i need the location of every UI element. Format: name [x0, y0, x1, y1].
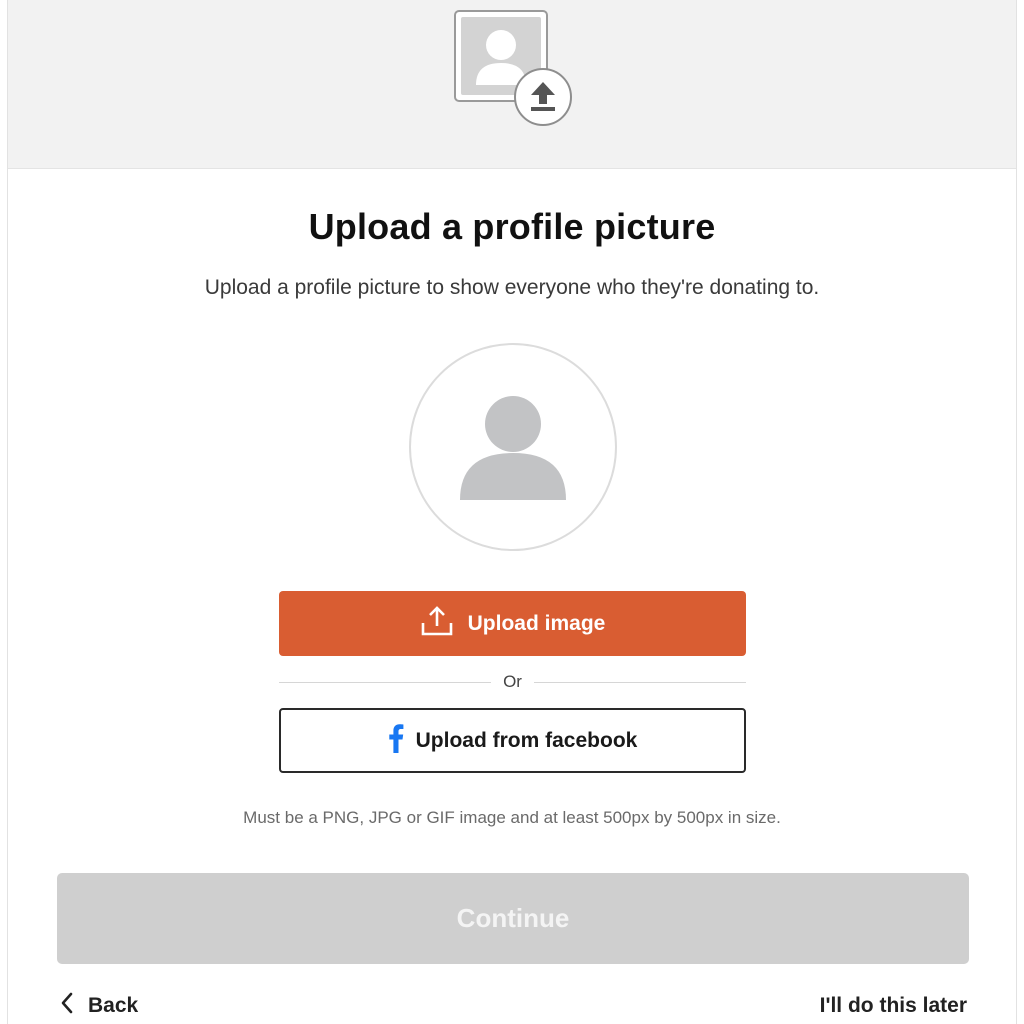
person-placeholder-icon	[460, 396, 566, 500]
upload-image-label: Upload image	[467, 611, 606, 635]
chevron-left-icon	[60, 992, 74, 1020]
skip-later-label: I'll do this later	[819, 994, 967, 1017]
upload-arrow-icon	[514, 68, 572, 126]
page-subtitle: Upload a profile picture to show everyon…	[204, 276, 820, 299]
skip-later-link[interactable]: I'll do this later	[820, 990, 967, 1022]
continue-button[interactable]: Continue	[57, 873, 969, 964]
back-button[interactable]: Back	[60, 990, 138, 1022]
upload-facebook-label: Upload from facebook	[415, 728, 638, 752]
facebook-icon	[388, 723, 404, 759]
upload-facebook-button[interactable]: Upload from facebook	[279, 708, 746, 773]
upload-icon	[420, 605, 454, 643]
header-banner	[8, 0, 1016, 169]
avatar-preview	[409, 343, 617, 551]
modal-frame: Upload a profile picture Upload a profil…	[7, 0, 1017, 1024]
upload-image-button[interactable]: Upload image	[279, 591, 746, 656]
back-label: Back	[88, 994, 139, 1017]
page-title: Upload a profile picture	[308, 206, 716, 247]
file-requirements-text: Must be a PNG, JPG or GIF image and at l…	[243, 808, 781, 827]
divider-line-left	[279, 681, 492, 683]
divider-text: Or	[503, 672, 522, 691]
divider-line-right	[533, 681, 747, 683]
or-divider: Or	[279, 670, 747, 694]
